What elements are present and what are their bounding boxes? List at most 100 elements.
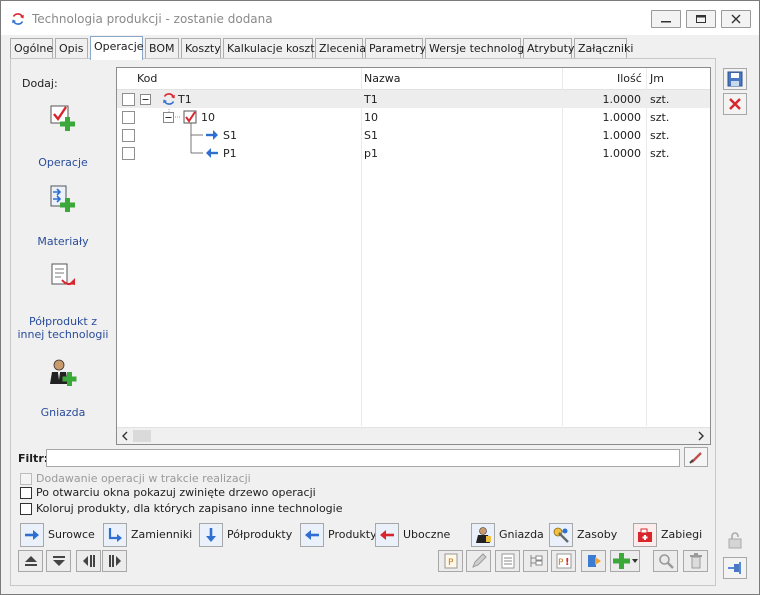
add-dropdown-button[interactable] (610, 550, 640, 572)
tree-row-s1[interactable]: S1 S1 1.0000 szt. (117, 126, 710, 144)
add-icon (613, 553, 630, 569)
semiproduct-import-icon (51, 263, 75, 286)
cell-nazwa: S1 (364, 129, 378, 142)
cell-ilosc: 1.0000 (602, 129, 642, 142)
tab-kalkulacje-kosztu[interactable]: Kalkulacje kosztu (223, 38, 321, 58)
cell-jm: szt. (650, 147, 670, 160)
move-down-icon (52, 556, 65, 566)
cell-ilosc: 1.0000 (602, 93, 642, 106)
add-semiproduct-button[interactable]: Półprodukt z innej technologii (15, 259, 111, 341)
legend-label: Surowce (48, 528, 95, 541)
cancel-button[interactable] (723, 93, 747, 115)
minimize-button[interactable] (651, 10, 681, 28)
scroll-right-icon[interactable] (697, 431, 705, 441)
operations-tree[interactable]: Kod Nazwa Ilość Jm T1 T1 1.0000 szt. 10 … (116, 67, 711, 445)
tree-structure-icon (530, 555, 542, 567)
tab-zalaczniki[interactable]: Załączniki (574, 38, 633, 58)
document-p-icon: P (444, 553, 457, 569)
tree-view-button[interactable] (523, 550, 548, 572)
indent-left-button[interactable] (76, 550, 101, 572)
operation-add-icon (50, 105, 75, 131)
edit-disabled-button[interactable] (466, 550, 491, 572)
legend-swatch (20, 523, 44, 547)
filter-input[interactable] (46, 449, 680, 467)
tab-atrybuty[interactable]: Atrybuty (523, 38, 574, 58)
move-to-top-button[interactable] (18, 550, 43, 572)
checkbox[interactable] (20, 503, 32, 515)
close-icon (731, 14, 741, 24)
legend-swatch (199, 523, 223, 547)
add-workstation-button[interactable]: Gniazda (15, 356, 111, 422)
export-button[interactable] (581, 550, 606, 572)
tree-row-p1[interactable]: P1 p1 1.0000 szt. (117, 144, 710, 162)
arrow-left-red-icon (380, 530, 394, 540)
operation-icon (183, 110, 197, 124)
checkbox[interactable] (20, 487, 32, 499)
row-checkbox[interactable] (122, 93, 135, 106)
cell-kod: P1 (223, 147, 237, 160)
column-header-ilosc[interactable]: Ilość (617, 72, 642, 85)
close-button[interactable] (721, 10, 751, 28)
move-to-bottom-button[interactable] (46, 550, 71, 572)
tab-operacje[interactable]: Operacje (90, 36, 144, 60)
legend-swatch (549, 523, 573, 547)
tree-row-t1[interactable]: T1 T1 1.0000 szt. (117, 90, 710, 108)
tab-opis[interactable]: Opis (55, 38, 88, 58)
material-add-icon (50, 185, 75, 212)
legend-swatch (633, 523, 657, 547)
option-label: Po otwarciu okna pokazuj zwinięte drzewo… (36, 486, 316, 499)
collapse-icon[interactable] (163, 112, 174, 123)
export-icon (587, 555, 601, 567)
add-operation-button[interactable]: Operacje (15, 101, 111, 171)
svg-text:P: P (448, 558, 454, 568)
scrollbar-thumb[interactable] (133, 430, 151, 442)
column-header-nazwa[interactable]: Nazwa (364, 72, 400, 85)
indent-right-button[interactable] (102, 550, 127, 572)
collapse-icon[interactable] (140, 94, 151, 105)
procedure-icon (638, 528, 652, 542)
arrow-left-icon (305, 530, 319, 540)
tab-bom[interactable]: BOM (145, 38, 179, 58)
cell-ilosc: 1.0000 (602, 111, 642, 124)
legend-swatch (300, 523, 324, 547)
maximize-button[interactable] (686, 10, 716, 28)
legend-label: Półprodukty (227, 528, 293, 541)
row-checkbox[interactable] (122, 111, 135, 124)
add-semiproduct-label: Półprodukt z innej technologii (17, 315, 109, 341)
legend-label: Uboczne (403, 528, 451, 541)
edit-icon (471, 553, 487, 568)
tab-koszty[interactable]: Koszty (181, 38, 221, 58)
horizontal-scrollbar[interactable] (117, 427, 710, 444)
row-checkbox[interactable] (122, 147, 135, 160)
tab-zlecenia[interactable]: Zlecenia (315, 38, 366, 58)
close-red-icon (729, 98, 741, 110)
row-checkbox[interactable] (122, 129, 135, 142)
minimize-icon (661, 21, 671, 23)
add-section-label: Dodaj: (22, 77, 58, 90)
tab-parametry[interactable]: Parametry (365, 38, 426, 58)
arrow-right-icon (25, 530, 39, 540)
tab-wersje-technologii[interactable]: Wersje technologii (425, 38, 530, 58)
arrow-down-icon (206, 528, 216, 542)
tree-row-10[interactable]: 10 10 1.0000 szt. (117, 108, 710, 126)
chevron-down-icon (632, 559, 638, 563)
clear-filter-button[interactable] (684, 447, 708, 467)
option-label: Dodawanie operacji w trakcie realizacji (36, 472, 251, 485)
priority-button[interactable]: P! (551, 550, 576, 572)
legend-label: Gniazda (499, 528, 544, 541)
lock-icon (728, 532, 742, 549)
list-icon (501, 553, 514, 569)
column-header-jm[interactable]: Jm (650, 72, 664, 85)
add-material-button[interactable]: Materiały (15, 181, 111, 251)
title-bar: Technologia produkcji - zostanie dodana (1, 1, 759, 35)
search-button[interactable] (653, 550, 678, 572)
substitute-icon (108, 528, 122, 542)
list-view-button[interactable] (495, 550, 520, 572)
technology-card-button[interactable]: P (438, 550, 463, 572)
save-button[interactable] (723, 68, 747, 90)
delete-button[interactable] (683, 550, 708, 572)
lock-button[interactable] (723, 529, 747, 551)
pin-button[interactable] (723, 557, 747, 579)
tab-ogolne[interactable]: Ogólne (10, 38, 53, 58)
scroll-left-icon[interactable] (121, 431, 129, 441)
